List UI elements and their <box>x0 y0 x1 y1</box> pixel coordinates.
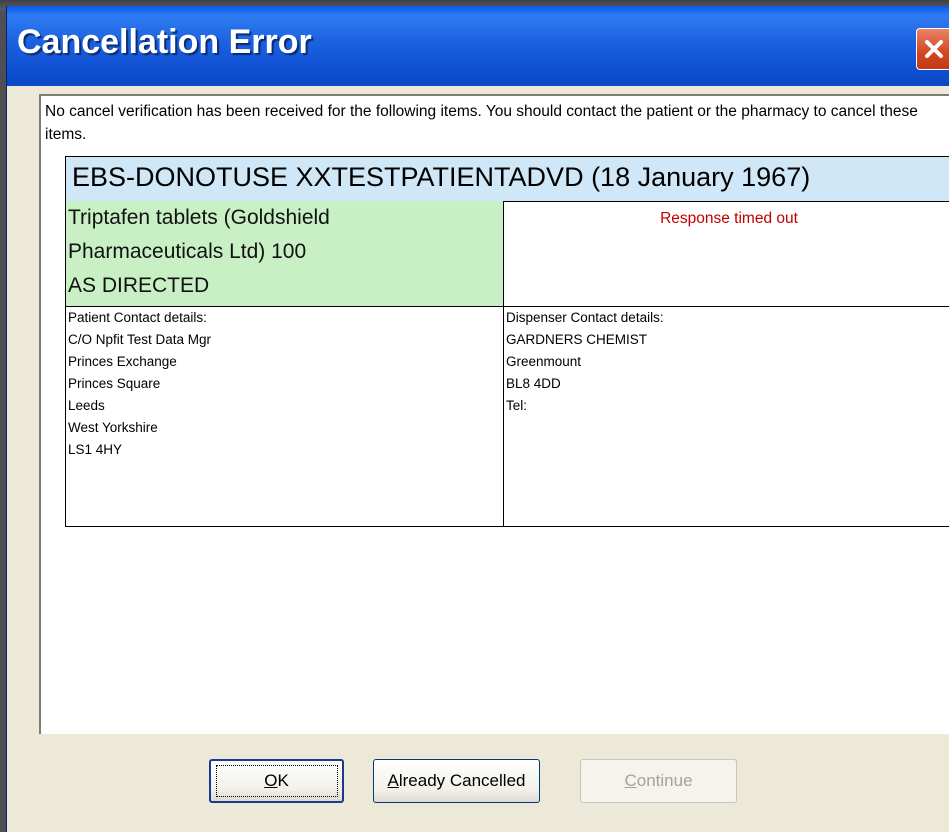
close-button[interactable] <box>916 28 949 70</box>
title-bar[interactable]: Cancellation Error <box>7 6 949 86</box>
patient-contact-cell: Patient Contact details: C/O Npfit Test … <box>66 307 504 526</box>
close-x-icon <box>925 40 943 58</box>
continue-button[interactable]: Continue <box>580 759 737 803</box>
drug-line: Pharmaceuticals Ltd) 100 <box>68 240 307 263</box>
dispenser-contact-line: BL8 4DD <box>506 376 561 391</box>
dispenser-contact-line: Dispenser Contact details: <box>506 310 664 325</box>
ok-button[interactable]: OK <box>209 759 344 803</box>
message-text: No cancel verification has been received… <box>45 103 918 143</box>
window-title: Cancellation Error <box>17 23 312 61</box>
dispenser-contact-line: Tel: <box>506 398 528 413</box>
drug-line: Triptafen tablets (Goldshield <box>68 206 330 229</box>
ok-mnemonic: O <box>264 771 278 790</box>
already-cancelled-button[interactable]: Already Cancelled <box>373 759 540 803</box>
message-panel: No cancel verification has been received… <box>39 94 949 734</box>
items-table: EBS-DONOTUSE XXTESTPATIENTADVD (18 Janua… <box>65 156 949 527</box>
patient-contact-line: Princes Square <box>68 376 161 391</box>
status-cell: Response timed out <box>504 201 949 306</box>
patient-contact-line: Patient Contact details: <box>68 310 207 325</box>
patient-header: EBS-DONOTUSE XXTESTPATIENTADVD (18 Janua… <box>66 156 949 202</box>
cancellation-error-dialog: Cancellation Error No cancel verificatio… <box>6 6 949 832</box>
continue-label: ontinue <box>636 771 693 790</box>
patient-contact-line: Princes Exchange <box>68 354 177 369</box>
patient-contact-line: Leeds <box>68 398 105 413</box>
focus-rectangle: OK <box>215 765 338 797</box>
drug-line: AS DIRECTED <box>68 274 210 297</box>
drug-cell: Triptafen tablets (Goldshield Pharmaceut… <box>66 201 504 306</box>
patient-contact-line: LS1 4HY <box>68 442 123 457</box>
dispenser-contact-line: GARDNERS CHEMIST <box>506 332 648 347</box>
ok-label: K <box>277 771 289 790</box>
already-cancelled-label: lready Cancelled <box>398 771 526 790</box>
patient-name: EBS-DONOTUSE XXTESTPATIENTADVD (18 Janua… <box>72 162 811 192</box>
already-cancelled-mnemonic: A <box>387 771 399 790</box>
status-text: Response timed out <box>660 210 798 227</box>
continue-mnemonic: C <box>624 771 637 790</box>
dispenser-contact-cell: Dispenser Contact details: GARDNERS CHEM… <box>504 307 949 526</box>
patient-contact-line: C/O Npfit Test Data Mgr <box>68 332 212 347</box>
patient-contact-line: West Yorkshire <box>68 420 158 435</box>
dispenser-contact-line: Greenmount <box>506 354 582 369</box>
